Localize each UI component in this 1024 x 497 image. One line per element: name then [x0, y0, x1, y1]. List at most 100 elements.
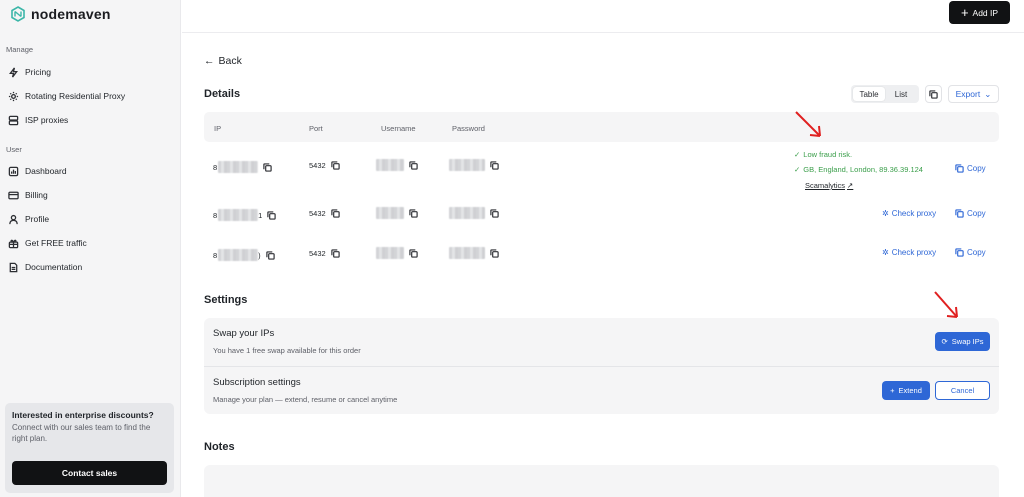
chart-icon — [8, 166, 19, 176]
sidebar-item-label: Profile — [25, 214, 50, 224]
check-proxy-button[interactable]: ✲ Check proxy — [882, 209, 936, 218]
column-header-ip: IP — [214, 124, 222, 133]
sidebar-item-rotating-residential-proxy[interactable]: Rotating Residential Proxy — [8, 88, 125, 104]
logo[interactable]: nodemaven — [10, 6, 111, 22]
promo-title: Interested in enterprise discounts? — [12, 410, 154, 420]
copy-row-button[interactable]: Copy — [955, 248, 986, 257]
back-label: Back — [218, 55, 242, 67]
tab-list[interactable]: List — [885, 87, 917, 101]
contact-sales-button[interactable]: Contact sales — [12, 461, 167, 485]
copy-ip-icon[interactable] — [267, 210, 277, 220]
enterprise-promo: Interested in enterprise discounts? Conn… — [5, 403, 174, 493]
notes-heading: Notes — [204, 441, 235, 453]
arrow-left-icon: ← — [204, 55, 215, 67]
extend-button[interactable]: + Extend — [882, 381, 930, 400]
sidebar-item-label: ISP proxies — [25, 115, 69, 125]
export-label: Export — [955, 89, 981, 99]
external-link-icon: ↗ — [847, 181, 854, 190]
copy-port-icon[interactable] — [331, 161, 340, 170]
redacted-password — [449, 159, 485, 171]
copy-password-icon[interactable] — [490, 160, 499, 170]
swap-title: Swap your IPs — [213, 328, 275, 339]
fraud-risk-text: Low fraud risk. — [803, 150, 853, 159]
sidebar-item-pricing[interactable]: Pricing — [8, 64, 51, 80]
sidebar-item-label: Rotating Residential Proxy — [25, 91, 126, 101]
column-header-username: Username — [381, 124, 416, 133]
password-cell — [449, 247, 499, 259]
notes-panel[interactable] — [204, 465, 999, 497]
port-value: 5432 — [309, 161, 326, 170]
scamalytics-label: Scamalytics — [805, 181, 846, 190]
nodemaven-logo-icon — [11, 6, 25, 22]
sidebar-item-billing[interactable]: Billing — [8, 187, 48, 203]
sidebar-item-label: Billing — [25, 190, 48, 200]
divider — [204, 366, 999, 367]
redacted-ip — [218, 161, 259, 173]
scamalytics-link[interactable]: Scamalytics ↗ — [805, 181, 853, 190]
card-icon — [8, 191, 19, 199]
copy-username-icon[interactable] — [409, 208, 418, 218]
plus-icon: + — [890, 386, 895, 395]
swap-ips-label: Swap IPs — [951, 337, 984, 346]
swap-ips-button[interactable]: ⟳ Swap IPs — [935, 332, 990, 351]
copy-all-button[interactable] — [925, 85, 942, 103]
gear-icon — [8, 91, 19, 101]
subscription-title: Subscription settings — [213, 377, 301, 388]
port-value: 5432 — [309, 209, 326, 218]
annotation-arrow-icon — [795, 111, 821, 137]
document-icon — [9, 262, 18, 272]
redacted-password — [449, 207, 485, 219]
plus-icon: + — [960, 5, 969, 20]
copy-password-icon[interactable] — [490, 248, 499, 258]
password-cell — [449, 159, 499, 171]
copy-username-icon[interactable] — [409, 160, 418, 170]
check-proxy-button[interactable]: ✲ Check proxy — [882, 248, 936, 257]
add-ip-label: Add IP — [972, 7, 999, 18]
copy-ip-icon[interactable] — [263, 162, 272, 172]
sidebar-item-documentation[interactable]: Documentation — [8, 259, 82, 275]
port-cell: 5432 — [309, 209, 340, 218]
sidebar-item-isp-proxies[interactable]: ISP proxies — [8, 112, 68, 128]
ip-prefix: 8 — [213, 250, 218, 260]
redacted-username — [376, 159, 404, 171]
tab-table[interactable]: Table — [853, 87, 885, 101]
sidebar-item-profile[interactable]: Profile — [8, 211, 49, 227]
copy-icon — [929, 89, 938, 99]
chevron-down-icon: ⌄ — [984, 88, 992, 99]
copy-row-button[interactable]: Copy — [955, 164, 986, 173]
user-section-label: User — [6, 145, 22, 154]
copy-port-icon[interactable] — [331, 209, 340, 218]
copy-row-button[interactable]: Copy — [955, 209, 986, 218]
promo-text: Connect with our sales team to find the … — [12, 423, 151, 443]
check-icon: ✓ — [794, 165, 801, 174]
add-ip-button[interactable]: + Add IP — [949, 1, 1010, 24]
redacted-username — [376, 207, 404, 219]
copy-label: Copy — [967, 209, 986, 218]
column-header-port: Port — [309, 124, 323, 133]
copy-icon — [955, 209, 964, 218]
copy-ip-icon[interactable] — [265, 250, 275, 260]
password-cell — [449, 207, 499, 219]
username-cell — [376, 159, 418, 171]
sidebar-item-get-free-traffic[interactable]: Get FREE traffic — [8, 235, 87, 251]
sidebar-item-dashboard[interactable]: Dashboard — [8, 163, 67, 179]
redacted-ip — [218, 209, 259, 221]
copy-label: Copy — [967, 164, 986, 173]
sparkle-icon: ✲ — [882, 248, 889, 257]
copy-port-icon[interactable] — [331, 249, 340, 258]
copy-password-icon[interactable] — [490, 208, 499, 218]
sparkle-icon: ✲ — [882, 209, 889, 218]
fraud-risk-status: ✓ Low fraud risk. — [794, 150, 852, 159]
back-link[interactable]: ← Back — [204, 55, 242, 67]
copy-username-icon[interactable] — [409, 248, 418, 258]
sidebar-item-label: Pricing — [25, 67, 51, 77]
location-text: GB, England, London, 89.36.39.124 — [803, 165, 923, 174]
redacted-ip — [218, 249, 259, 261]
check-proxy-label: Check proxy — [891, 248, 937, 257]
swap-subtitle: You have 1 free swap available for this … — [213, 346, 361, 355]
export-dropdown[interactable]: Export ⌄ — [948, 85, 999, 103]
manage-section-label: Manage — [6, 45, 34, 54]
refresh-icon: ⟳ — [941, 337, 948, 346]
sidebar-item-label: Get FREE traffic — [25, 238, 87, 248]
cancel-button[interactable]: Cancel — [935, 381, 990, 400]
